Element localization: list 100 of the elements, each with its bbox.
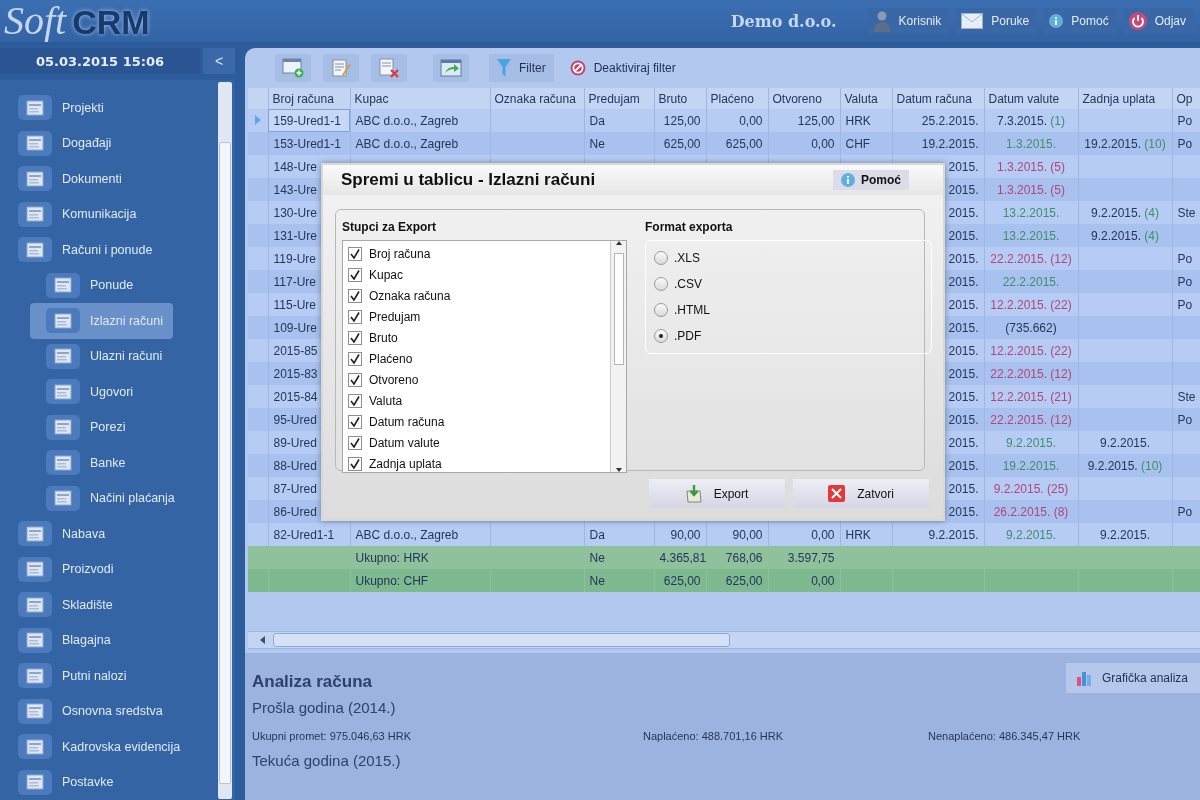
column-header[interactable]: Datum računa: [892, 88, 984, 109]
document-icon: [26, 667, 44, 684]
nav-item[interactable]: Komunikacija: [18, 196, 218, 232]
stat-text: Nenaplaćeno: 486.345,47 HRK: [928, 730, 1082, 742]
column-header[interactable]: Plaćeno: [706, 88, 768, 109]
header-button[interactable]: Poruke: [955, 8, 1038, 34]
checkmark-icon: [350, 459, 360, 470]
nav-item[interactable]: Dokumenti: [18, 161, 218, 197]
column-header[interactable]: Op: [1172, 88, 1200, 109]
document-icon: [54, 348, 72, 365]
nav-item[interactable]: Porezi: [30, 409, 163, 445]
edit-button[interactable]: [323, 54, 359, 82]
table-cell: 625,00: [654, 569, 706, 592]
document-icon: [54, 419, 72, 436]
document-arrow-icon: [685, 484, 702, 503]
stat-text: Naplaćeno: 488.701,16 HRK: [643, 730, 785, 742]
filter-button[interactable]: Filter: [489, 54, 554, 82]
section-title: Analiza računa: [252, 672, 372, 692]
column-header[interactable]: Zadnja uplata: [1078, 88, 1172, 109]
column-header[interactable]: Oznaka računa: [490, 88, 584, 109]
nav-item[interactable]: Skladište: [18, 587, 218, 623]
column-header[interactable]: Bruto: [654, 88, 706, 109]
person-icon: [872, 10, 891, 32]
checkmark-icon: [350, 290, 360, 301]
checkmark-icon: [350, 396, 360, 407]
header-button[interactable]: Korisnik: [866, 8, 950, 34]
document-icon: [26, 206, 44, 223]
column-header[interactable]: Broj računa: [268, 88, 350, 109]
envelope-icon: [961, 13, 984, 29]
delete-button[interactable]: [371, 54, 407, 82]
document-icon: [54, 454, 72, 471]
nav-item[interactable]: Događaji: [18, 125, 218, 161]
nav-item[interactable]: Proizvodi: [18, 551, 218, 587]
document-icon: [26, 703, 44, 720]
nav-item[interactable]: Nabava: [18, 516, 218, 552]
document-icon: [26, 738, 44, 755]
document-icon: [26, 774, 44, 791]
column-header[interactable]: Predujam: [584, 88, 654, 109]
horizontal-scrollbar[interactable]: [248, 631, 1200, 649]
nav-item[interactable]: Kadrovska evidencija: [18, 729, 218, 765]
power-icon: [1128, 12, 1147, 30]
nav-item[interactable]: Ponude: [30, 267, 163, 303]
nav-item[interactable]: Postavke: [18, 764, 218, 800]
header-button[interactable]: Pomoć: [1043, 8, 1117, 34]
document-icon: [54, 490, 72, 507]
new-button[interactable]: [275, 54, 311, 82]
nav-item[interactable]: Banke: [30, 445, 163, 481]
date-time: 05.03.2015 15:06: [0, 48, 200, 74]
stat-text: Ukupni promet: 975.046,63 HRK: [252, 730, 412, 742]
table-cell: Ne: [584, 569, 654, 592]
nav-item[interactable]: Putni nalozi: [18, 658, 218, 694]
prohibited-icon: [569, 60, 586, 76]
checkmark-icon: [350, 354, 360, 364]
document-icon: [26, 99, 44, 116]
info-icon: [1049, 14, 1064, 28]
document-icon: [26, 135, 44, 152]
nav-item[interactable]: Projekti: [18, 90, 218, 126]
nav-item[interactable]: Računi i ponude: [18, 232, 218, 268]
export-button[interactable]: Export: [649, 479, 785, 508]
export-button[interactable]: [433, 54, 469, 82]
close-icon: [828, 485, 846, 502]
logo-text: CRM: [72, 1, 150, 42]
column-header[interactable]: Valuta: [840, 88, 892, 109]
checkmark-icon: [350, 332, 360, 343]
column-header[interactable]: Otvoreno: [768, 88, 840, 109]
logo-script: Soft: [4, 0, 67, 42]
clear-filter-button[interactable]: Deaktiviraj filter: [561, 54, 684, 82]
table-cell: Ukupno: CHF: [350, 569, 490, 592]
collapse-button[interactable]: <: [203, 48, 235, 74]
document-icon: [26, 241, 44, 258]
funnel-icon: [497, 58, 511, 78]
group-label: Format exporta: [645, 220, 734, 234]
nav-item[interactable]: Ulazni računi: [30, 338, 173, 374]
year-heading: Prošla godina (2014.): [252, 699, 397, 716]
checkmark-icon: [350, 311, 360, 322]
document-icon: [26, 525, 44, 542]
document-icon: [26, 632, 44, 649]
scrollbar[interactable]: [218, 82, 232, 799]
nav-item[interactable]: Osnovna sredstva: [18, 693, 218, 729]
document-icon: [26, 170, 44, 187]
header-button[interactable]: Odjav: [1122, 8, 1194, 34]
table-cell: 625,00: [706, 569, 768, 592]
table-cell: 159-Ured1-1: [268, 109, 350, 132]
bar-chart-icon: [1075, 670, 1094, 686]
info-icon: [841, 173, 855, 187]
document-icon: [54, 383, 72, 400]
scrollbar[interactable]: [610, 241, 626, 472]
document-icon: [26, 561, 44, 578]
checkmark-icon: [350, 248, 360, 259]
checkmark-icon: [350, 417, 360, 428]
nav-item[interactable]: Ugovori: [30, 374, 163, 410]
nav-item[interactable]: Načini plaćanja: [30, 480, 185, 516]
nav-item[interactable]: Blagajna: [18, 622, 218, 658]
table-cell: 0,00: [768, 569, 840, 592]
window-plus-icon: [282, 58, 304, 78]
chart-analysis-button[interactable]: Grafička analiza: [1065, 663, 1200, 693]
close-button[interactable]: Zatvori: [793, 479, 929, 508]
column-header[interactable]: Kupac: [350, 88, 490, 109]
column-header[interactable]: Datum valute: [984, 88, 1078, 109]
company-name: Demo d.o.o.: [730, 11, 837, 31]
